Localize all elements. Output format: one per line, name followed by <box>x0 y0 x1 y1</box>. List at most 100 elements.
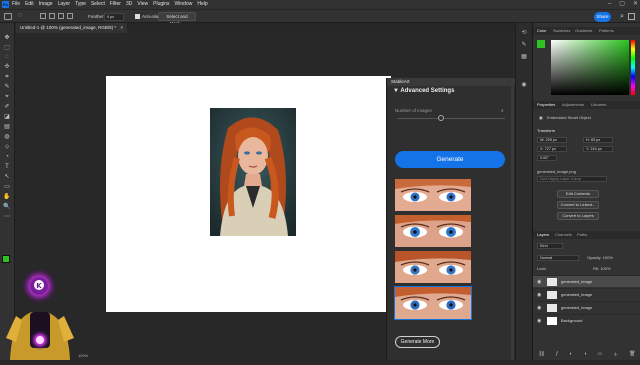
zoom-level[interactable]: 100% <box>78 353 88 358</box>
menu-item-edit[interactable]: Edit <box>25 0 34 9</box>
pen-tool-icon[interactable]: ▭ <box>3 184 11 190</box>
gradient-tool-icon[interactable]: ◔ <box>3 154 11 160</box>
visibility-eye-icon[interactable]: ◉ <box>537 276 541 288</box>
visibility-eye-icon[interactable]: ◉ <box>537 315 541 327</box>
lasso-icon[interactable]: ◌ <box>18 12 22 19</box>
tab-color[interactable]: Color <box>537 27 547 35</box>
subtract-selection-icon[interactable] <box>58 13 64 19</box>
stamp-tool-icon[interactable]: ▤ <box>3 124 11 130</box>
angle-field[interactable]: 0.00° <box>537 155 557 161</box>
lasso-tool-icon[interactable]: ◌ <box>3 54 11 60</box>
foreground-color-swatch[interactable] <box>2 255 10 263</box>
result-thumbnail-2[interactable] <box>395 215 471 247</box>
new-selection-icon[interactable] <box>40 13 46 19</box>
tab-swatches[interactable]: Swatches <box>553 27 570 35</box>
type-tool-icon[interactable]: ✋ <box>3 194 11 200</box>
menu-item-select[interactable]: Select <box>91 0 105 9</box>
plugin-panel-scrollbar[interactable] <box>511 86 514 360</box>
brush-tool-icon[interactable]: ◪ <box>3 114 11 120</box>
path-select-tool-icon[interactable]: 🔍 <box>3 204 11 210</box>
tab-properties[interactable]: Properties <box>537 101 555 109</box>
width-field[interactable]: W: 209 px <box>537 137 567 143</box>
object-select-tool-icon[interactable]: ✣ <box>3 64 11 70</box>
healing-tool-icon[interactable]: ✐ <box>3 104 11 110</box>
fx-icon[interactable]: ƒ <box>556 351 559 357</box>
new-layer-icon[interactable]: ＋ <box>613 351 618 358</box>
minimize-icon[interactable]: – <box>608 0 611 9</box>
result-thumbnail-4-selected[interactable] <box>394 286 472 320</box>
layer-row[interactable]: ◉ generated_image <box>533 275 640 287</box>
menu-item-3d[interactable]: 3D <box>126 0 132 9</box>
frame-tool-icon[interactable]: ✎ <box>3 84 11 90</box>
opacity-field[interactable]: Opacity: 100% <box>587 255 613 260</box>
tab-layers[interactable]: Layers <box>537 231 549 239</box>
blur-tool-icon[interactable]: T <box>3 164 11 170</box>
edit-contents-button[interactable]: Edit Contents <box>557 190 599 198</box>
layer-row[interactable]: ◉ generated_image <box>533 301 640 313</box>
crop-tool-icon[interactable]: ⌗ <box>3 74 11 80</box>
adjustment-icon[interactable]: ◑ <box>584 351 587 357</box>
layer-filter-kind[interactable]: Kind <box>537 243 563 249</box>
plugin-panel-icon[interactable]: ◉ <box>520 81 528 89</box>
share-button[interactable]: Share <box>594 12 611 22</box>
link-layers-icon[interactable]: ⛓ <box>538 351 544 357</box>
workspace-icon[interactable] <box>628 13 635 20</box>
tab-libraries[interactable]: Libraries <box>591 101 606 109</box>
hue-slider[interactable] <box>631 40 635 95</box>
menu-item-filter[interactable]: Filter <box>110 0 121 9</box>
history-panel-icon[interactable]: ⟲ <box>520 29 528 37</box>
eraser-tool-icon[interactable]: ⬦ <box>3 144 11 150</box>
move-tool-icon[interactable]: ✥ <box>3 35 11 41</box>
intersect-selection-icon[interactable] <box>67 13 73 19</box>
delete-layer-icon[interactable]: 🗑 <box>629 351 635 357</box>
advanced-settings-header[interactable]: ▼ Advanced Settings <box>393 88 454 94</box>
visibility-eye-icon[interactable]: ◉ <box>537 289 541 301</box>
layer-row[interactable]: ◉ generated_image <box>533 288 640 300</box>
close-tab-icon[interactable]: × <box>120 25 123 30</box>
tab-paths[interactable]: Paths <box>577 231 587 239</box>
close-window-icon[interactable]: ✕ <box>633 0 638 9</box>
search-icon[interactable]: ⌕ <box>620 13 624 21</box>
blend-mode-select[interactable]: Normal <box>537 255 579 261</box>
dodge-tool-icon[interactable]: ↖ <box>3 174 11 180</box>
swatches-panel-icon[interactable]: ▦ <box>520 53 528 61</box>
menu-item-plugins[interactable]: Plugins <box>153 0 169 9</box>
menu-item-view[interactable]: View <box>137 0 148 9</box>
convert-to-linked-button[interactable]: Convert to Linked... <box>557 201 599 209</box>
y-field[interactable]: Y: 244 px <box>583 146 613 152</box>
fill-field[interactable]: Fill: 100% <box>593 266 611 271</box>
number-of-images-slider[interactable] <box>397 118 505 119</box>
tab-gradients[interactable]: Gradients <box>575 27 592 35</box>
marquee-tool-icon[interactable]: ⬚ <box>3 45 11 51</box>
layer-row[interactable]: ◉ Background <box>533 314 640 326</box>
layer-comp-select[interactable]: Don't Apply Layer Comp <box>537 176 607 182</box>
home-icon[interactable] <box>4 13 12 20</box>
brush-settings-icon[interactable]: ✎ <box>520 41 528 49</box>
anti-alias-checkbox[interactable] <box>135 14 140 19</box>
hand-tool-icon[interactable]: ⋯ <box>3 214 11 220</box>
tab-channels[interactable]: Channels <box>555 231 572 239</box>
menu-item-layer[interactable]: Layer <box>58 0 71 9</box>
add-selection-icon[interactable] <box>49 13 55 19</box>
result-thumbnail-3[interactable] <box>395 251 471 283</box>
menu-item-window[interactable]: Window <box>175 0 193 9</box>
convert-to-layers-button[interactable]: Convert to Layers <box>557 212 599 220</box>
generate-button[interactable]: Generate <box>395 151 505 168</box>
group-icon[interactable]: ▭ <box>597 351 602 357</box>
height-field[interactable]: H: 83 px <box>583 137 613 143</box>
slider-knob[interactable] <box>438 115 444 121</box>
mask-icon[interactable]: ◐ <box>570 351 573 357</box>
generate-more-button[interactable]: Generate More <box>395 336 440 348</box>
maximize-icon[interactable]: ▢ <box>619 0 625 9</box>
menu-item-file[interactable]: File <box>12 0 20 9</box>
color-foreground-swatch[interactable] <box>537 40 545 48</box>
menu-item-image[interactable]: Image <box>39 0 53 9</box>
select-and-mask-button[interactable]: Select and Mask... <box>158 12 196 26</box>
generated-portrait-image[interactable] <box>210 108 296 236</box>
result-thumbnail-1[interactable] <box>395 179 471 211</box>
tab-patterns[interactable]: Patterns <box>599 27 614 35</box>
menu-item-help[interactable]: Help <box>197 0 207 9</box>
x-field[interactable]: X: 727 px <box>537 146 567 152</box>
eyedropper-tool-icon[interactable]: ⌖ <box>3 94 11 100</box>
feather-input[interactable]: 0 px <box>104 13 124 21</box>
